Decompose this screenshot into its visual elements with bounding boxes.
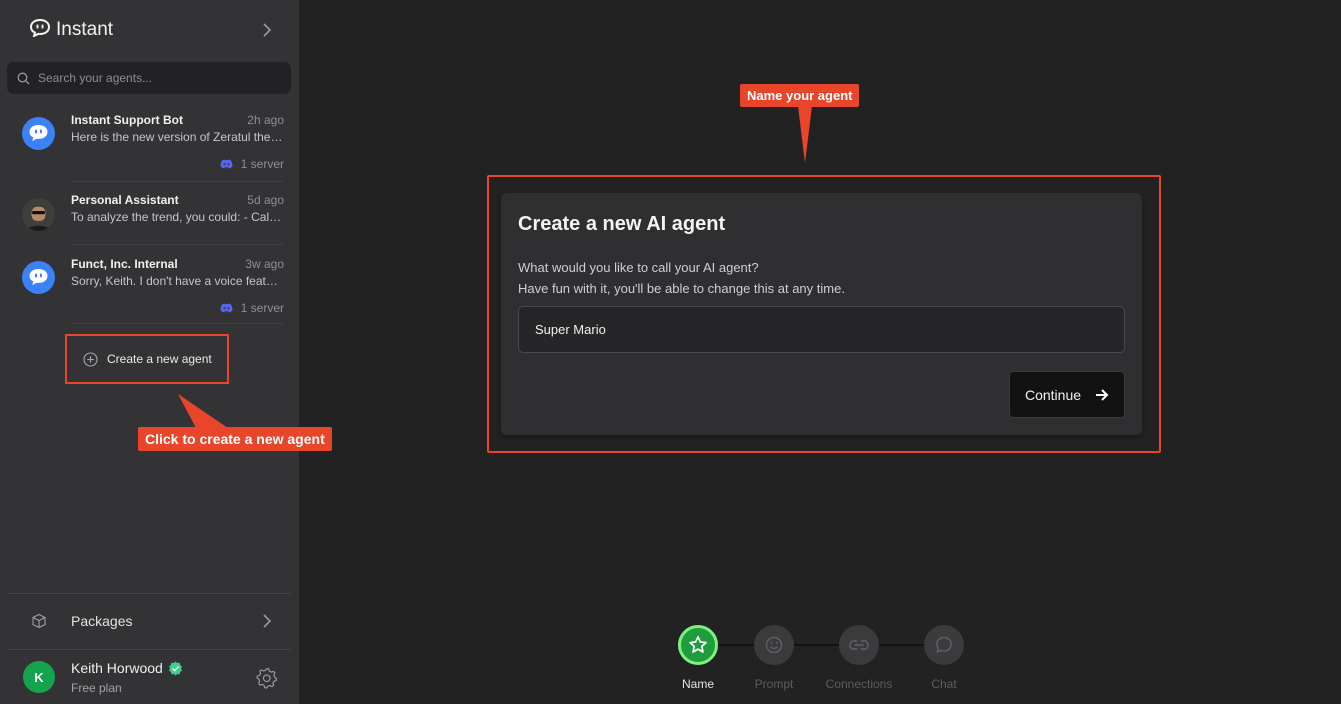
verified-badge-icon: [168, 661, 182, 675]
user-plan: Free plan: [71, 681, 122, 695]
gear-icon: [256, 667, 278, 689]
callout-pointer: [798, 106, 812, 163]
agent-preview: To analyze the trend, you could: - Calcu…: [71, 210, 284, 224]
step-label-connections: Connections: [825, 677, 893, 691]
card-subtitle-line1: What would you like to call your AI agen…: [518, 260, 759, 275]
agent-time: 3w ago: [245, 257, 284, 271]
card-title: Create a new AI agent: [518, 213, 726, 235]
user-profile[interactable]: K Keith Horwood Free plan: [0, 652, 299, 704]
step-label-chat: Chat: [931, 677, 957, 691]
callout-pointer: [178, 394, 228, 428]
divider: [71, 323, 284, 324]
plus-circle-icon: [83, 351, 98, 367]
brand[interactable]: Instant: [29, 18, 114, 42]
agent-search[interactable]: [7, 62, 291, 94]
step-prompt[interactable]: [754, 625, 794, 665]
divider: [71, 244, 284, 245]
agent-name: Instant Support Bot: [71, 113, 183, 127]
settings-button[interactable]: [255, 666, 279, 695]
agent-preview: Here is the new version of Zeratul the f…: [71, 130, 284, 144]
callout-create-agent: Click to create a new agent: [138, 427, 332, 451]
package-box-icon: [32, 613, 46, 629]
agent-servers: 1 server: [220, 157, 284, 171]
agent-name: Personal Assistant: [71, 193, 179, 207]
server-count: 1 server: [240, 157, 284, 171]
agent-time: 5d ago: [247, 193, 284, 207]
star-icon: [689, 635, 707, 653]
step-connections[interactable]: [839, 625, 879, 665]
user-name: Keith Horwood: [71, 660, 163, 676]
step-chat[interactable]: [924, 625, 964, 665]
packages-nav-item[interactable]: Packages: [0, 596, 299, 646]
arrow-right-icon: [1096, 388, 1109, 401]
instant-logo-icon: [29, 18, 51, 42]
agent-preview: Sorry, Keith. I don't have a voice featu…: [71, 274, 284, 288]
server-count: 1 server: [240, 301, 284, 315]
card-subtitle-line2: Have fun with it, you'll be able to chan…: [518, 281, 845, 296]
agent-time: 2h ago: [247, 113, 284, 127]
bot-avatar-icon: [22, 261, 55, 294]
search-icon: [17, 72, 30, 84]
agent-name-input[interactable]: [535, 322, 1095, 337]
divider: [71, 181, 284, 182]
user-photo-avatar: [22, 198, 55, 231]
agent-item-personal-assistant[interactable]: Personal Assistant 5d ago To analyze the…: [22, 193, 284, 233]
divider: [7, 593, 291, 594]
sidebar-collapse-button[interactable]: [258, 20, 276, 40]
chevron-right-icon: [263, 614, 272, 628]
discord-icon: [220, 303, 233, 313]
divider: [7, 649, 291, 650]
create-agent-card: Create a new AI agent What would you lik…: [501, 193, 1142, 435]
app-name: Instant: [56, 19, 114, 40]
create-agent-button[interactable]: Create a new agent: [65, 334, 229, 384]
sidebar: Instant Instant Support Bot 2h ago Here …: [0, 0, 299, 704]
avatar: K: [23, 661, 55, 693]
user-name-row: Keith Horwood: [71, 660, 183, 676]
callout-name-agent: Name your agent: [740, 84, 860, 107]
agent-item-funct-internal[interactable]: Funct, Inc. Internal 3w ago Sorry, Keith…: [22, 257, 284, 317]
agent-item-support-bot[interactable]: Instant Support Bot 2h ago Here is the n…: [22, 113, 284, 173]
create-agent-label: Create a new agent: [107, 352, 212, 366]
stepper-track: [717, 644, 937, 646]
search-input[interactable]: [38, 71, 278, 85]
chat-bubble-icon: [936, 636, 952, 653]
discord-icon: [220, 159, 233, 169]
agent-servers: 1 server: [220, 301, 284, 315]
step-label-prompt: Prompt: [754, 677, 794, 691]
bot-avatar-icon: [22, 117, 55, 150]
chevron-right-icon: [263, 23, 272, 37]
continue-label: Continue: [1024, 386, 1082, 403]
packages-label: Packages: [71, 613, 133, 629]
continue-button[interactable]: Continue: [1009, 371, 1125, 418]
agent-name: Funct, Inc. Internal: [71, 257, 178, 271]
agent-name-field[interactable]: [518, 306, 1125, 353]
link-icon: [849, 640, 869, 650]
smile-icon: [765, 636, 783, 654]
step-name[interactable]: [678, 625, 718, 665]
